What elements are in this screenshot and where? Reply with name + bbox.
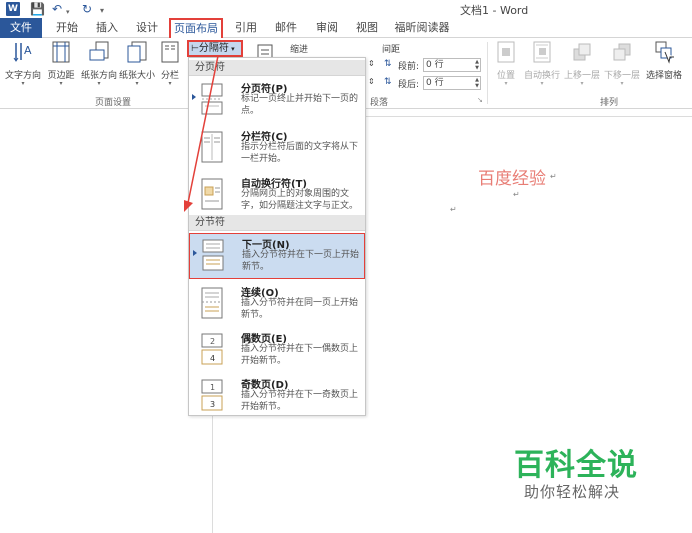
- watermark-logo: 百科全说: [514, 448, 638, 483]
- watermark-slogan: 助你轻松解决: [524, 483, 621, 501]
